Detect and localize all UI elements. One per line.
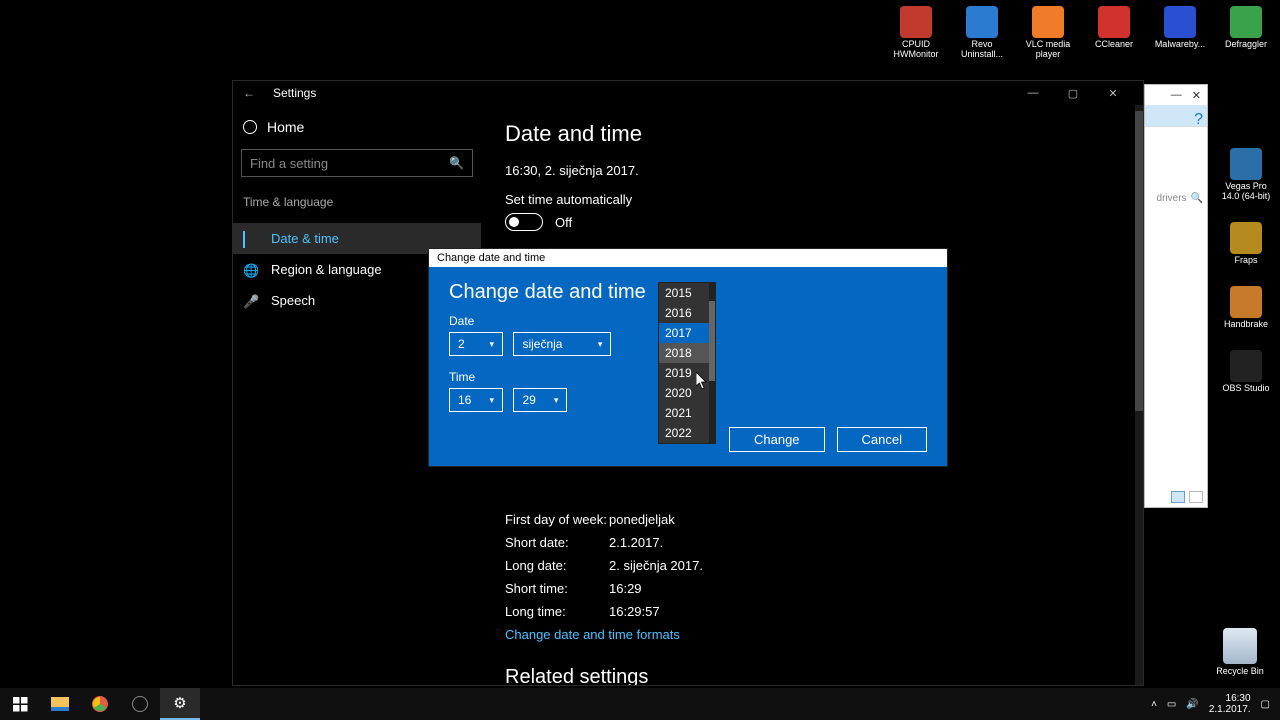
year-option[interactable]: 2018 — [659, 343, 715, 363]
long-date-value: 2. siječnja 2017. — [609, 558, 703, 573]
mic-icon: 🎤 — [243, 294, 259, 308]
long-time-value: 16:29:57 — [609, 604, 660, 619]
globe-icon: 🌐 — [243, 263, 259, 277]
desktop-shortcut[interactable]: Handbrake — [1220, 286, 1272, 330]
cursor-icon — [696, 372, 708, 390]
view-icons-icon[interactable] — [1189, 491, 1203, 503]
search-input[interactable]: Find a setting 🔍 — [241, 149, 473, 177]
dialog-titlebar[interactable]: Change date and time — [429, 249, 947, 267]
gear-icon — [243, 120, 257, 134]
short-date-label: Short date: — [505, 535, 609, 550]
recycle-bin-icon — [1223, 628, 1257, 664]
desktop-shortcut[interactable]: Defraggler — [1220, 6, 1272, 60]
tray-network-icon[interactable]: ▭ — [1167, 699, 1176, 710]
scrollbar[interactable] — [1135, 105, 1143, 685]
desktop-shortcut[interactable]: VLC media player — [1022, 6, 1074, 60]
explorer-search-text: drivers — [1157, 193, 1187, 204]
first-day-label: First day of week: — [505, 512, 609, 527]
home-link[interactable]: Home — [241, 113, 473, 149]
recycle-bin-label: Recycle Bin — [1214, 666, 1266, 676]
desktop-shortcut[interactable]: Fraps — [1220, 222, 1272, 266]
cancel-button[interactable]: Cancel — [837, 427, 927, 452]
year-option[interactable]: 2016 — [659, 303, 715, 323]
change-button[interactable]: Change — [729, 427, 825, 452]
year-option[interactable]: 2022 — [659, 423, 715, 443]
year-option[interactable]: 2017 — [659, 323, 715, 343]
clock-icon — [243, 232, 259, 246]
taskbar-obs[interactable] — [120, 688, 160, 720]
desktop-shortcut[interactable]: Vegas Pro 14.0 (64-bit) — [1220, 148, 1272, 202]
close-icon[interactable]: ✕ — [1192, 89, 1201, 102]
search-placeholder: Find a setting — [250, 156, 328, 171]
long-date-label: Long date: — [505, 558, 609, 573]
sidebar-item-label: Speech — [271, 293, 315, 308]
close-button[interactable]: ✕ — [1093, 87, 1133, 100]
action-center-icon[interactable]: ▢ — [1261, 699, 1270, 710]
year-option[interactable]: 2021 — [659, 403, 715, 423]
explorer-window[interactable]: — ✕ ? drivers 🔍 — [1144, 84, 1208, 508]
desktop-shortcut[interactable]: OBS Studio — [1220, 350, 1272, 394]
change-formats-link[interactable]: Change date and time formats — [505, 627, 1119, 642]
desktop-shortcut[interactable]: CCleaner — [1088, 6, 1140, 60]
minimize-button[interactable]: — — [1013, 87, 1053, 99]
taskbar-explorer[interactable] — [40, 688, 80, 720]
desktop-icons-row: CPUID HWMonitor Revo Uninstall... VLC me… — [890, 6, 1272, 60]
start-button[interactable] — [0, 688, 40, 720]
taskbar-chrome[interactable] — [80, 688, 120, 720]
help-icon[interactable]: ? — [1194, 111, 1203, 129]
taskbar-clock[interactable]: 16:30 2.1.2017. — [1209, 693, 1251, 715]
chevron-down-icon: ▾ — [598, 339, 603, 350]
tray-chevron-icon[interactable]: ˄ — [1151, 699, 1157, 710]
chevron-down-icon: ▾ — [489, 339, 494, 350]
desktop-shortcut[interactable]: Malwareby... — [1154, 6, 1206, 60]
auto-time-label: Set time automatically — [505, 192, 1119, 207]
tray-volume-icon[interactable]: 🔊 — [1186, 699, 1198, 710]
short-time-label: Short time: — [505, 581, 609, 596]
short-date-value: 2.1.2017. — [609, 535, 663, 550]
sidebar-item-label: Region & language — [271, 262, 382, 277]
toggle-state: Off — [555, 215, 572, 230]
taskbar-settings[interactable]: ⚙ — [160, 688, 200, 720]
sidebar-item-label: Date & time — [271, 231, 339, 246]
desktop-icons-column: Vegas Pro 14.0 (64-bit) Fraps Handbrake … — [1220, 148, 1272, 393]
chevron-down-icon: ▾ — [554, 395, 559, 406]
page-title: Date and time — [505, 121, 1119, 147]
desktop-shortcut[interactable]: Revo Uninstall... — [956, 6, 1008, 60]
related-settings-heading: Related settings — [505, 666, 1119, 685]
window-title: Settings — [273, 86, 316, 100]
minimize-icon[interactable]: — — [1171, 89, 1182, 101]
view-details-icon[interactable] — [1171, 491, 1185, 503]
system-tray[interactable]: ˄ ▭ 🔊 16:30 2.1.2017. ▢ — [1141, 693, 1280, 715]
month-select[interactable]: siječnja▾ — [513, 332, 611, 356]
search-icon: 🔍 — [449, 156, 464, 170]
long-time-label: Long time: — [505, 604, 609, 619]
sidebar-section: Time & language — [241, 191, 473, 223]
listbox-scrollbar[interactable] — [709, 283, 715, 443]
auto-time-toggle[interactable] — [505, 213, 543, 231]
chevron-down-icon: ▾ — [489, 395, 494, 406]
minute-select[interactable]: 29▾ — [513, 388, 567, 412]
first-day-value: ponedjeljak — [609, 512, 675, 527]
year-option[interactable]: 2015 — [659, 283, 715, 303]
day-select[interactable]: 2▾ — [449, 332, 503, 356]
desktop-shortcut[interactable]: CPUID HWMonitor — [890, 6, 942, 60]
hour-select[interactable]: 16▾ — [449, 388, 503, 412]
current-datetime: 16:30, 2. siječnja 2017. — [505, 163, 1119, 178]
back-icon[interactable]: ← — [243, 86, 255, 100]
maximize-button[interactable]: ▢ — [1053, 87, 1093, 100]
search-icon: 🔍 — [1191, 193, 1203, 204]
titlebar[interactable]: ← Settings — ▢ ✕ — [233, 81, 1143, 105]
recycle-bin[interactable]: Recycle Bin — [1214, 628, 1266, 676]
taskbar: ⚙ ˄ ▭ 🔊 16:30 2.1.2017. ▢ — [0, 688, 1280, 720]
short-time-value: 16:29 — [609, 581, 642, 596]
year-dropdown-listbox[interactable]: 2015 2016 2017 2018 2019 2020 2021 2022 — [658, 282, 716, 444]
home-label: Home — [267, 119, 304, 135]
